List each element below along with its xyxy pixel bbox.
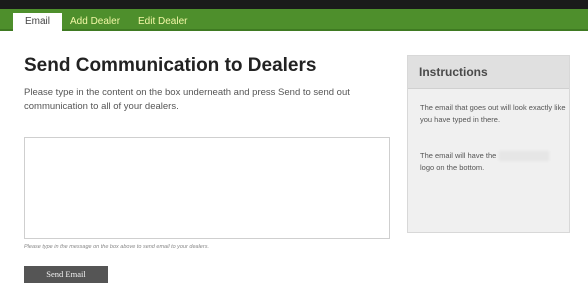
message-textarea[interactable] [24,137,390,239]
instructions-paragraph-2: The email will have the logo on the bott… [420,150,566,174]
instructions-paragraph-2-prefix: The email will have the [420,151,497,160]
message-hint: Please type in the message on the box ab… [24,244,209,250]
instructions-title: Instructions [408,56,569,89]
tab-email[interactable]: Email [13,13,63,32]
blurred-logo-placeholder [499,151,550,162]
instructions-paragraph-1: The email that goes out will look exactl… [420,103,566,124]
instructions-paragraph-2-suffix: logo on the bottom. [420,163,485,172]
page-title: Send Communication to Dealers [24,55,317,76]
tab-add-dealer[interactable]: Add Dealer [61,13,129,31]
send-email-button[interactable]: Send Email [24,266,108,283]
page-description: Please type in the content on the box un… [24,87,350,112]
instructions-panel: Instructions The email that goes out wil… [407,55,570,233]
tab-edit-dealer[interactable]: Edit Dealer [129,13,196,31]
top-bar [0,0,588,9]
nav-bar: Email Add Dealer Edit Dealer [0,9,588,32]
